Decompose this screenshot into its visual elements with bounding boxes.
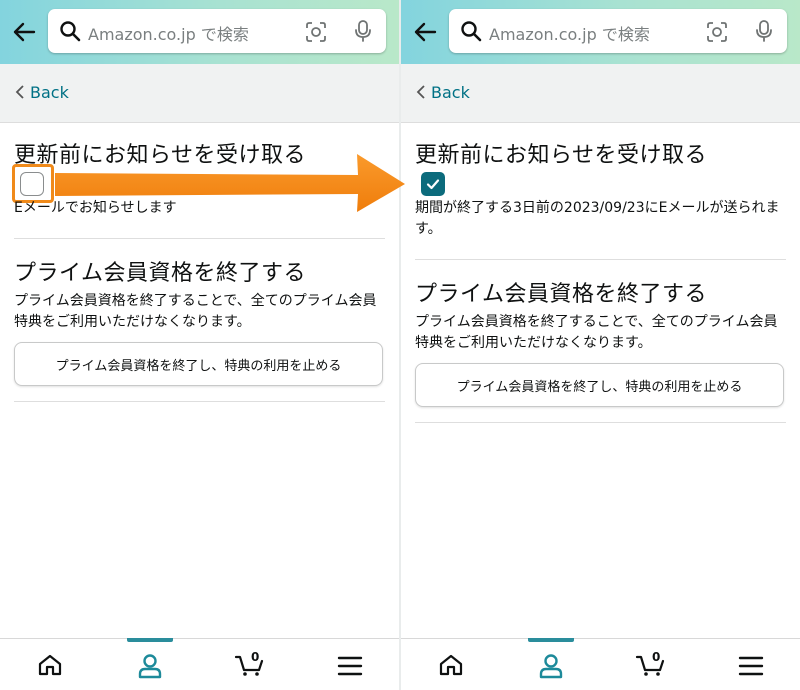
top-bar: Amazon.co.jp で検索 (0, 0, 399, 64)
notify-text-line1: 会員資格が終了する3日前にEメールで (62, 176, 304, 192)
camera-icon[interactable] (705, 20, 729, 44)
notify-text-line2: Eメールでお知らせします (14, 200, 177, 216)
screen-before: Amazon.co.jp で検索 Back 更新前にお知らせを受け取る 会員資格… (0, 0, 399, 690)
screen-after: Amazon.co.jp で検索 Back 更新前にお知らせを受け取る 期間が終… (401, 0, 800, 690)
back-label: Back (431, 83, 470, 102)
nav-home[interactable] (401, 639, 500, 690)
nav-account[interactable] (501, 639, 600, 690)
home-icon (38, 654, 62, 676)
end-membership-button[interactable]: プライム会員資格を終了し、特典の利用を止める (14, 342, 383, 386)
check-icon (426, 179, 440, 190)
menu-icon (337, 656, 363, 676)
cart-count: 0 (652, 650, 661, 664)
search-icon (60, 21, 81, 42)
notify-confirmation-text: 期間が終了する3日前の2023/09/23にEメールが送られます。 (415, 200, 780, 237)
back-arrow-icon[interactable] (411, 18, 439, 46)
nav-home[interactable] (0, 639, 99, 690)
bottom-nav: 0 (0, 638, 399, 690)
search-input[interactable]: Amazon.co.jp で検索 (88, 21, 249, 45)
notify-checkbox-checked[interactable] (421, 172, 445, 196)
chevron-left-icon (15, 85, 24, 99)
divider (415, 422, 786, 423)
cart-count: 0 (251, 650, 260, 664)
camera-icon[interactable] (304, 20, 328, 44)
notify-title: 更新前にお知らせを受け取る (14, 143, 307, 168)
menu-icon (738, 656, 764, 676)
cart-icon (234, 655, 264, 676)
back-bar: Back (0, 64, 399, 123)
nav-cart[interactable]: 0 (601, 639, 700, 690)
microphone-icon[interactable] (753, 19, 775, 43)
notify-title: 更新前にお知らせを受け取る (415, 143, 708, 168)
end-membership-text: プライム会員資格を終了することで、全てのプライム会員特典をご利用いただけなくなり… (14, 293, 377, 330)
cart-icon (635, 655, 665, 676)
home-icon (439, 654, 463, 676)
back-link[interactable]: Back (415, 83, 470, 102)
back-arrow-icon[interactable] (10, 18, 38, 46)
end-membership-button[interactable]: プライム会員資格を終了し、特典の利用を止める (415, 363, 784, 407)
search-box[interactable]: Amazon.co.jp で検索 (48, 9, 386, 53)
end-membership-title: プライム会員資格を終了する (14, 261, 307, 286)
search-box[interactable]: Amazon.co.jp で検索 (449, 9, 787, 53)
divider (14, 238, 385, 239)
end-membership-text: プライム会員資格を終了することで、全てのプライム会員特典をご利用いただけなくなり… (415, 314, 778, 351)
end-membership-title: プライム会員資格を終了する (415, 282, 708, 307)
divider (14, 401, 385, 402)
account-icon (539, 654, 563, 679)
chevron-left-icon (416, 85, 425, 99)
microphone-icon[interactable] (352, 19, 374, 43)
back-link[interactable]: Back (14, 83, 69, 102)
nav-menu[interactable] (300, 639, 399, 690)
nav-account[interactable] (100, 639, 199, 690)
top-bar: Amazon.co.jp で検索 (401, 0, 800, 64)
search-icon (461, 21, 482, 42)
back-bar: Back (401, 64, 800, 123)
search-input[interactable]: Amazon.co.jp で検索 (489, 21, 650, 45)
divider (415, 259, 786, 260)
bottom-nav: 0 (401, 638, 800, 690)
nav-menu[interactable] (701, 639, 800, 690)
account-icon (138, 654, 162, 679)
nav-cart[interactable]: 0 (200, 639, 299, 690)
back-label: Back (30, 83, 69, 102)
